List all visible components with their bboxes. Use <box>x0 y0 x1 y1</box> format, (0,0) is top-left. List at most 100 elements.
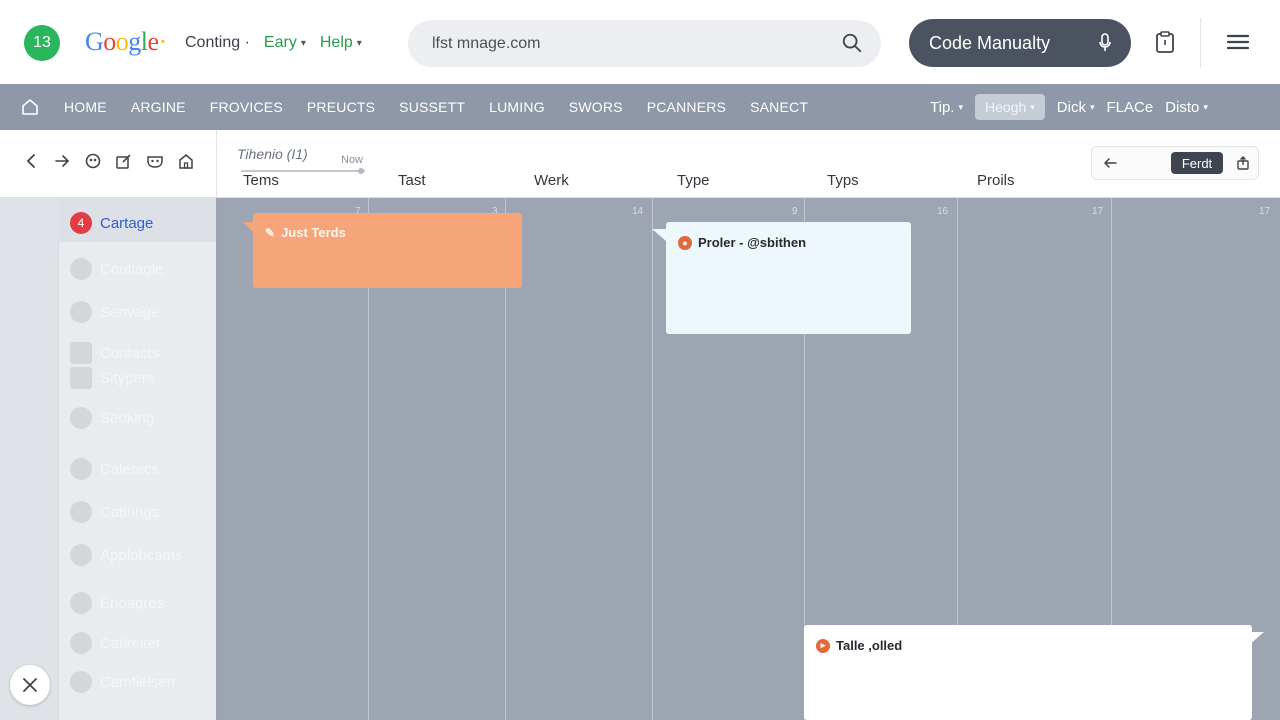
nav-menu-label: Dick <box>1056 98 1086 116</box>
nav-link-sussett[interactable]: SUSSETT <box>399 99 465 115</box>
logo-letter: e <box>147 27 160 56</box>
column-header[interactable]: Tast <box>398 172 426 189</box>
sidebar-item-camfielsen[interactable]: Camfielsen <box>70 671 175 693</box>
sidebar-item-label: Contacts <box>100 344 160 362</box>
back-arrow-icon[interactable] <box>1102 155 1118 171</box>
app-badge[interactable]: 13 <box>24 25 60 61</box>
home-icon[interactable] <box>20 97 40 117</box>
sidebar-item-label: Applobcams <box>100 546 183 564</box>
sidebar-item-label: Coutiagle <box>100 260 164 278</box>
sidebar-item-icon <box>70 342 92 364</box>
nav-link-argine[interactable]: ARGINE <box>131 99 186 115</box>
sidebar-item-sitypers[interactable]: Sitypers <box>70 367 154 389</box>
refresh-icon[interactable] <box>84 152 102 170</box>
house-icon[interactable] <box>177 152 195 170</box>
nav-menu-heogh[interactable]: Heogh ▾ <box>974 94 1045 120</box>
sidebar-item-seoking[interactable]: Seoking <box>70 407 154 429</box>
logo-letter: o <box>103 27 116 56</box>
nav-menu-tip[interactable]: Tip. ▾ <box>930 99 963 116</box>
event-card[interactable]: ● Proler - @sbithen <box>666 222 911 334</box>
field-button[interactable]: Ferdt <box>1171 152 1223 174</box>
microphone-icon[interactable] <box>1097 33 1113 53</box>
nav-menu-disto[interactable]: Disto ▾ <box>1165 99 1208 116</box>
column-header[interactable]: Proils <box>977 172 1015 189</box>
clipboard-icon[interactable] <box>1154 30 1176 54</box>
nav-link-pcanners[interactable]: PCANNERS <box>647 99 726 115</box>
nav-link-home[interactable]: HOME <box>64 99 107 115</box>
top-nav-eary[interactable]: Eary ▾ <box>264 34 306 52</box>
nav-link-swors[interactable]: SWORS <box>569 99 623 115</box>
card-pointer <box>652 229 666 241</box>
top-nav-conting[interactable]: Conting · <box>185 34 250 52</box>
sidebar-item-icon <box>70 367 92 389</box>
event-card[interactable]: ✎ Just Terds <box>253 213 522 288</box>
event-card-label: Just Terds <box>281 225 346 240</box>
code-manually-button[interactable]: Code Manualty <box>909 19 1131 67</box>
event-card[interactable]: ▸ Talle ,olled <box>804 625 1252 720</box>
top-bar: 13 Google· Conting · Eary ▾ Help ▾ Code … <box>0 0 1280 84</box>
sidebar-item-label: Calerecs <box>100 460 160 478</box>
sidebar-item-icon <box>70 632 92 654</box>
mask-icon[interactable] <box>146 152 164 170</box>
sidebar-item-catinngs[interactable]: Catinngs <box>70 501 159 523</box>
timeline-handle[interactable] <box>358 168 364 174</box>
divider <box>216 130 217 198</box>
forward-arrow-icon[interactable] <box>53 152 71 170</box>
search-icon[interactable] <box>841 32 863 54</box>
day-number: 14 <box>632 206 644 217</box>
column-header[interactable]: Werk <box>534 172 569 189</box>
column-header[interactable]: Tems <box>243 172 279 189</box>
nav-link-sanect[interactable]: SANECT <box>750 99 808 115</box>
sidebar-item-icon <box>70 501 92 523</box>
google-logo[interactable]: Google· <box>85 27 167 57</box>
day-number: 16 <box>937 206 949 217</box>
column-header[interactable]: Type <box>677 172 710 189</box>
event-card-title: ✎ Just Terds <box>265 225 346 240</box>
hamburger-menu-icon[interactable] <box>1226 32 1250 52</box>
logo-letter: g <box>128 27 141 56</box>
sidebar-item-enoagres[interactable]: Enoagres <box>70 592 164 614</box>
notification-badge: 4 <box>70 212 92 234</box>
toolbar: Tihenio (I1) Now Tems Tast Werk Type Typ… <box>0 130 1280 198</box>
sidebar-item-contacts[interactable]: Contacts <box>70 342 159 364</box>
nav-link-preucts[interactable]: PREUCTS <box>307 99 375 115</box>
nav-menu-label: FLACe <box>1106 98 1154 116</box>
edit-icon[interactable] <box>115 152 133 170</box>
nav-link-frovices[interactable]: FROVICES <box>210 99 283 115</box>
nav-menu-dick[interactable]: Dick ▾ <box>1057 99 1095 116</box>
sidebar-item-icon <box>70 671 92 693</box>
top-nav-label: Conting · <box>185 34 250 51</box>
nav-menu-label: Heogh <box>984 99 1027 115</box>
chevron-down-icon: ▾ <box>300 37 306 49</box>
main-nav-bar: HOME ARGINE FROVICES PREUCTS SUSSETT LUMING SW… <box>0 84 1280 130</box>
sidebar-item-cartage[interactable]: 4 Cartage <box>70 212 153 234</box>
nav-menu-flace[interactable]: FLACe <box>1106 99 1153 116</box>
sidebar-item-catireiter[interactable]: Catireiter <box>70 632 161 654</box>
sidebar-item-icon <box>70 544 92 566</box>
nav-links: HOME ARGINE FROVICES PREUCTS SUSSETT LUMING SW… <box>64 99 808 115</box>
sidebar-item-coutiagle[interactable]: Coutiagle <box>70 258 163 280</box>
share-icon[interactable] <box>1236 155 1250 171</box>
address-input[interactable] <box>432 34 812 53</box>
close-icon <box>23 678 37 692</box>
sidebar-item-calerecs[interactable]: Calerecs <box>70 458 159 480</box>
now-label: Now <box>341 154 364 166</box>
sidebar-item-applobcams[interactable]: Applobcams <box>70 544 183 566</box>
chevron-down-icon: ▾ <box>1203 101 1208 112</box>
top-nav-help[interactable]: Help ▾ <box>320 34 362 52</box>
day-number: 17 <box>1259 206 1271 217</box>
nav-menu-label: Tip. <box>930 98 955 116</box>
address-bar[interactable] <box>408 20 881 67</box>
sidebar-item-label: Enoagres <box>100 594 165 612</box>
logo-letter: o <box>115 27 129 56</box>
event-card-label: Talle ,olled <box>836 638 903 653</box>
column-header[interactable]: Typs <box>827 172 859 189</box>
sidebar-item-label: Seoking <box>100 409 155 427</box>
back-arrow-icon[interactable] <box>22 152 40 170</box>
event-card-label: Proler - @sbithen <box>698 235 807 250</box>
sidebar-item-senvage[interactable]: Senvage <box>70 301 159 323</box>
toolbar-icons <box>22 152 195 170</box>
code-button-label: Code Manualty <box>929 32 1051 53</box>
nav-link-luming[interactable]: LUMING <box>489 99 545 115</box>
close-button[interactable] <box>10 665 50 705</box>
